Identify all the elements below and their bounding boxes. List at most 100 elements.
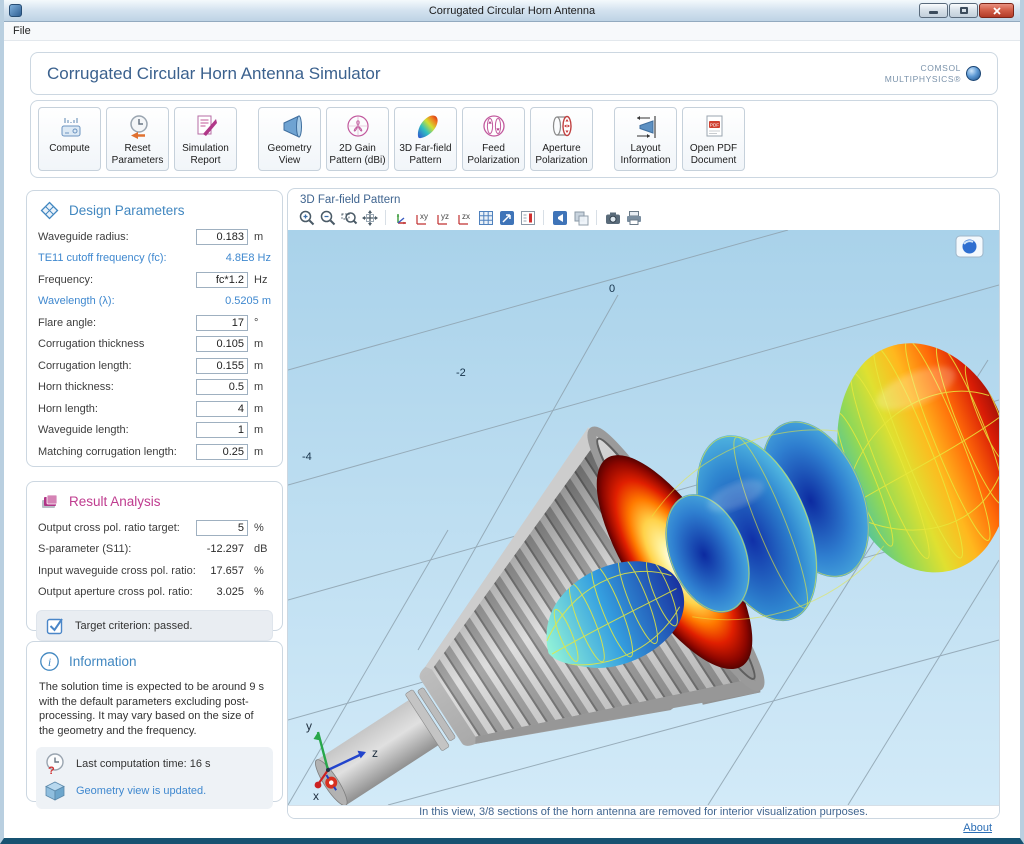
result-unit: %	[254, 565, 271, 577]
layout-information-button[interactable]: Layout Information	[614, 107, 677, 171]
titlebar: Corrugated Circular Horn Antenna	[4, 0, 1020, 22]
result-label: Input waveguide cross pol. ratio:	[38, 565, 196, 577]
xy-view-label: xy	[420, 212, 428, 221]
result-unit: dB	[254, 543, 271, 555]
maximize-button[interactable]	[949, 3, 978, 18]
graphics-toolbar: xy yz zx	[288, 207, 999, 230]
axis-tick-0: 0	[609, 283, 615, 295]
param-unit: m	[254, 403, 271, 415]
param-unit: °	[254, 317, 271, 329]
show-grid-button[interactable]	[475, 208, 496, 227]
computation-time-icon: ?	[44, 752, 66, 776]
information-icon: i	[39, 651, 60, 672]
gain-pattern-2d-icon	[343, 112, 373, 142]
gain-pattern-2d-button[interactable]: 2D Gain Pattern (dBi)	[326, 107, 389, 171]
toolbar-button-label: 3D Far-field Pattern	[395, 143, 456, 167]
param-label: Waveguide length:	[38, 424, 196, 436]
param-label: Corrugation thickness	[38, 338, 196, 350]
result-label: S-parameter (S11):	[38, 543, 196, 555]
horn-length-input[interactable]	[196, 401, 248, 417]
zoom-in-button[interactable]	[296, 208, 317, 227]
transparency-button[interactable]	[570, 208, 591, 227]
farfield-pattern-3d-icon	[411, 112, 441, 142]
default-view-button[interactable]	[391, 208, 412, 227]
toolbar-separator	[385, 210, 386, 225]
result-unit: %	[254, 522, 271, 534]
zoom-box-button[interactable]	[338, 208, 359, 227]
axis-orientation-button[interactable]	[496, 208, 517, 227]
information-status-box: ? Last computation time: 16 s Geometry v…	[36, 747, 273, 809]
brand-line2: MULTIPHYSICS®	[885, 74, 961, 84]
geometry-view-status: Geometry view is updated.	[76, 785, 206, 797]
param-label: Matching corrugation length:	[38, 446, 196, 458]
layout-information-icon	[631, 112, 661, 142]
close-button[interactable]	[979, 3, 1014, 18]
about-link[interactable]: About	[963, 822, 992, 834]
zx-view-button[interactable]: zx	[454, 208, 475, 227]
zoom-extents-button[interactable]	[359, 208, 380, 227]
param-label: Flare angle:	[38, 317, 196, 329]
corrugation-thickness-input[interactable]	[196, 336, 248, 352]
waveguide-radius-input[interactable]	[196, 229, 248, 245]
compute-button[interactable]: Compute	[38, 107, 101, 171]
param-unit: m	[254, 446, 271, 458]
corrugation-length-input[interactable]	[196, 358, 248, 374]
zoom-out-button[interactable]	[317, 208, 338, 227]
yz-view-icon: yz	[435, 209, 453, 227]
waveguide-length-input[interactable]	[196, 422, 248, 438]
cross-pol-target-input[interactable]	[196, 520, 248, 536]
design-parameters-icon	[39, 200, 60, 221]
xy-view-icon: xy	[414, 209, 432, 227]
open-pdf-icon: PDF	[699, 112, 729, 142]
information-body: The solution time is expected to be arou…	[27, 677, 282, 739]
yz-view-button[interactable]: yz	[433, 208, 454, 227]
param-unit: m	[254, 338, 271, 350]
aperture-polarization-icon	[547, 112, 577, 142]
scene-light-button[interactable]	[549, 208, 570, 227]
horn-thickness-input[interactable]	[196, 379, 248, 395]
scene-3d: 0 -2 -4	[288, 230, 999, 805]
design-parameters-panel: Design Parameters Waveguide radius:m TE1…	[26, 190, 283, 467]
reset-parameters-button[interactable]: Reset Parameters	[106, 107, 169, 171]
minimize-icon	[929, 11, 938, 14]
toolbar-button-label: Simulation Report	[175, 143, 236, 167]
param-unit: m	[254, 231, 271, 243]
triad-y-label: y	[306, 719, 312, 733]
xy-view-button[interactable]: xy	[412, 208, 433, 227]
info-glyph: i	[48, 655, 51, 669]
toolbar-button-label: Aperture Polarization	[531, 143, 592, 167]
param-unit: Hz	[254, 274, 271, 286]
reset-view-button[interactable]	[956, 236, 983, 257]
scene-light-icon	[551, 209, 569, 227]
flare-angle-input[interactable]	[196, 315, 248, 331]
result-analysis-icon	[39, 491, 60, 512]
window-title: Corrugated Circular Horn Antenna	[4, 5, 1020, 17]
geometry-view-button[interactable]: Geometry View	[258, 107, 321, 171]
feed-polarization-button[interactable]: Feed Polarization	[462, 107, 525, 171]
comsol-ball-icon	[966, 66, 981, 81]
information-title: Information	[69, 654, 137, 669]
toolbar-button-label: Open PDF Document	[683, 143, 744, 167]
viewport-3d[interactable]: 0 -2 -4	[288, 230, 999, 805]
frequency-input[interactable]	[196, 272, 248, 288]
param-unit: m	[254, 424, 271, 436]
print-button[interactable]	[623, 208, 644, 227]
aperture-polarization-button[interactable]: Aperture Polarization	[530, 107, 593, 171]
viewport-caption: In this view, 3/8 sections of the horn a…	[288, 805, 999, 818]
menu-file[interactable]: File	[4, 22, 40, 40]
brand-line1: COMSOL	[885, 63, 961, 73]
design-parameters-title: Design Parameters	[69, 203, 185, 218]
color-legend-button[interactable]	[517, 208, 538, 227]
zoom-out-icon	[319, 209, 337, 227]
matching-corrugation-length-input[interactable]	[196, 444, 248, 460]
result-unit: %	[254, 586, 271, 598]
param-label: Wavelength (λ):	[38, 295, 196, 307]
farfield-pattern-3d-button[interactable]: 3D Far-field Pattern	[394, 107, 457, 171]
simulation-report-button[interactable]: Simulation Report	[174, 107, 237, 171]
minimize-button[interactable]	[919, 3, 948, 18]
open-pdf-button[interactable]: PDF Open PDF Document	[682, 107, 745, 171]
zx-view-label: zx	[462, 212, 470, 221]
snapshot-button[interactable]	[602, 208, 623, 227]
menubar: File	[4, 22, 1020, 41]
information-panel: i Information The solution time is expec…	[26, 641, 283, 802]
